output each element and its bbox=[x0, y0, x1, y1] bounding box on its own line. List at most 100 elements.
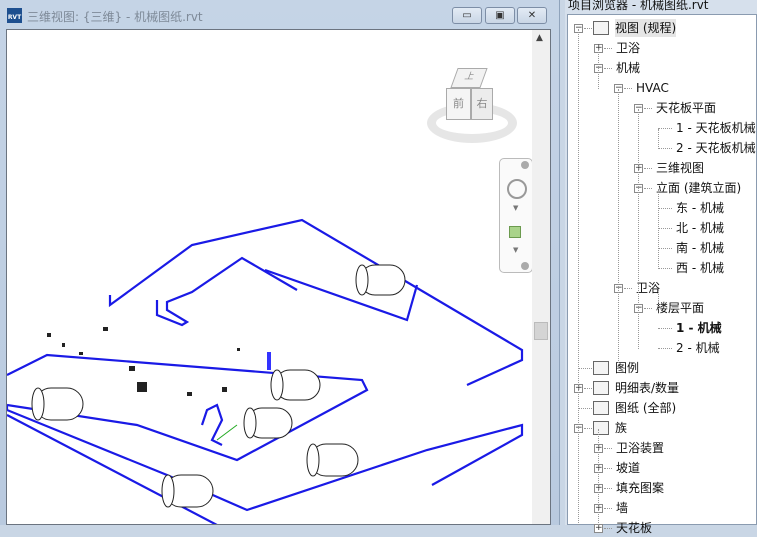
tank-1 bbox=[355, 264, 406, 296]
tree-connector bbox=[604, 488, 612, 489]
tree-guide bbox=[578, 29, 579, 525]
tree-connector bbox=[658, 228, 672, 229]
zoom-region-icon[interactable] bbox=[509, 226, 521, 238]
tree-connector bbox=[604, 468, 612, 469]
tree-guide bbox=[638, 109, 639, 349]
zoom-dropdown-icon[interactable]: ▼ bbox=[513, 246, 518, 254]
tree-connector bbox=[658, 268, 672, 269]
tree-item[interactable]: 视图 (规程) bbox=[615, 19, 677, 37]
tree-item[interactable]: 南 - 机械 bbox=[676, 239, 724, 257]
tree-connector bbox=[658, 248, 672, 249]
restore-button[interactable]: ▣ bbox=[485, 7, 515, 24]
tree-item[interactable]: 族 bbox=[615, 419, 627, 437]
vertical-scrollbar[interactable]: ▲ bbox=[532, 30, 550, 524]
navbar-close-icon[interactable] bbox=[521, 161, 529, 169]
tree-guide bbox=[658, 189, 659, 269]
tree-item[interactable]: HVAC bbox=[636, 79, 669, 97]
tree-connector bbox=[624, 88, 632, 89]
tree-item[interactable]: 三维视图 bbox=[656, 159, 704, 177]
duct-loop-inner bbox=[155, 256, 298, 327]
cube-face-top[interactable]: 上 bbox=[450, 68, 488, 88]
sheets-icon bbox=[593, 401, 609, 415]
tree-item[interactable]: 卫浴 bbox=[616, 39, 640, 57]
tree-connector bbox=[658, 208, 672, 209]
project-browser: 项目浏览器 - 机械图纸.rvt − 视图 (规程) + 卫浴 − 机械 − HVAC − 天花板… bbox=[565, 0, 757, 535]
tree-connector bbox=[624, 288, 632, 289]
tree-connector bbox=[584, 388, 592, 389]
view-cube[interactable]: 上 前 右 bbox=[422, 68, 517, 148]
tree-item[interactable]: 天花板 bbox=[616, 519, 652, 537]
3d-viewport[interactable]: 上 前 右 ▼ ▼ ▲ bbox=[6, 29, 551, 525]
schedule-icon bbox=[593, 381, 609, 395]
expand-icon[interactable]: + bbox=[594, 524, 603, 533]
tank-2 bbox=[270, 369, 321, 401]
duct-lower bbox=[7, 414, 220, 524]
tree-guide bbox=[598, 429, 599, 525]
tree-connector bbox=[578, 408, 592, 409]
tree-guide bbox=[598, 49, 599, 89]
tree-connector bbox=[604, 528, 612, 529]
tree-item[interactable]: 图纸 (全部) bbox=[615, 399, 676, 417]
tree-connector bbox=[584, 428, 592, 429]
duct-loop-upper bbox=[108, 218, 524, 387]
tree-item[interactable]: 西 - 机械 bbox=[676, 259, 724, 277]
tree-item[interactable]: 东 - 机械 bbox=[676, 199, 724, 217]
tree-item[interactable]: 填充图案 bbox=[616, 479, 664, 497]
tree-connector bbox=[658, 328, 672, 329]
navigation-bar: ▼ ▼ bbox=[499, 158, 533, 273]
tree-connector bbox=[644, 108, 652, 109]
tree-item[interactable]: 北 - 机械 bbox=[676, 219, 724, 237]
scroll-up-icon[interactable]: ▲ bbox=[536, 33, 543, 43]
tree-item[interactable]: 明细表/数量 bbox=[615, 379, 679, 397]
tree-connector bbox=[604, 68, 612, 69]
tank-6 bbox=[161, 474, 214, 508]
tree-connector bbox=[644, 308, 652, 309]
tree-connector bbox=[584, 28, 592, 29]
tree-guide bbox=[658, 289, 659, 309]
scroll-thumb[interactable] bbox=[534, 322, 548, 340]
rvt-file-icon: RVT bbox=[7, 8, 22, 23]
tree-connector bbox=[604, 508, 612, 509]
tree-connector bbox=[578, 368, 592, 369]
minimize-button[interactable]: ▭ bbox=[452, 7, 482, 24]
tree-item[interactable]: 2 - 机械 bbox=[676, 339, 720, 357]
cube-face-right[interactable]: 右 bbox=[471, 88, 493, 120]
browser-tree[interactable]: − 视图 (规程) + 卫浴 − 机械 − HVAC − 天花板平面 1 - 天花板机械 2 - 天花… bbox=[567, 14, 757, 535]
tree-item[interactable]: 卫浴 bbox=[636, 279, 660, 297]
tree-connector bbox=[604, 48, 612, 49]
tree-item[interactable]: 楼层平面 bbox=[656, 299, 704, 317]
window-titlebar[interactable]: RVT 三维视图: {三维} - 机械图纸.rvt ▭ ▣ ✕ bbox=[0, 0, 560, 29]
tree-connector bbox=[644, 168, 652, 169]
tree-connector bbox=[658, 128, 672, 129]
cube-face-front[interactable]: 前 bbox=[446, 88, 471, 120]
project-browser-title: 项目浏览器 - 机械图纸.rvt bbox=[568, 0, 709, 12]
tank-5 bbox=[306, 443, 359, 477]
navbar-options-icon[interactable] bbox=[521, 262, 529, 270]
tree-connector bbox=[658, 148, 672, 149]
views-icon bbox=[593, 21, 609, 35]
close-button[interactable]: ✕ bbox=[517, 7, 547, 24]
tree-connector bbox=[658, 348, 672, 349]
tank-4 bbox=[243, 407, 293, 439]
tree-connector bbox=[604, 448, 612, 449]
legend-icon bbox=[593, 361, 609, 375]
window-title: 三维视图: {三维} - 机械图纸.rvt bbox=[27, 10, 203, 24]
riser bbox=[267, 352, 271, 370]
steering-wheel-icon[interactable] bbox=[507, 179, 527, 199]
tree-item[interactable]: 墙 bbox=[616, 499, 628, 517]
tree-item[interactable]: 卫浴装置 bbox=[616, 439, 664, 457]
tree-item[interactable]: 立面 (建筑立面) bbox=[656, 179, 741, 197]
tree-guide bbox=[618, 89, 619, 369]
tank-3 bbox=[31, 387, 84, 421]
tree-item[interactable]: 天花板平面 bbox=[656, 99, 716, 117]
tree-guide bbox=[658, 129, 659, 149]
tree-item[interactable]: 机械 bbox=[616, 59, 640, 77]
tree-item[interactable]: 2 - 天花板机械 bbox=[676, 139, 756, 157]
view-window: RVT 三维视图: {三维} - 机械图纸.rvt ▭ ▣ ✕ 上 前 右 ▼ bbox=[0, 0, 560, 525]
families-icon bbox=[593, 421, 609, 435]
tree-item[interactable]: 坡道 bbox=[616, 459, 640, 477]
wheel-dropdown-icon[interactable]: ▼ bbox=[513, 204, 518, 212]
tree-connector bbox=[644, 188, 652, 189]
tree-item[interactable]: 1 - 天花板机械 bbox=[676, 119, 756, 137]
tree-item[interactable]: 1 - 机械 bbox=[676, 319, 722, 337]
